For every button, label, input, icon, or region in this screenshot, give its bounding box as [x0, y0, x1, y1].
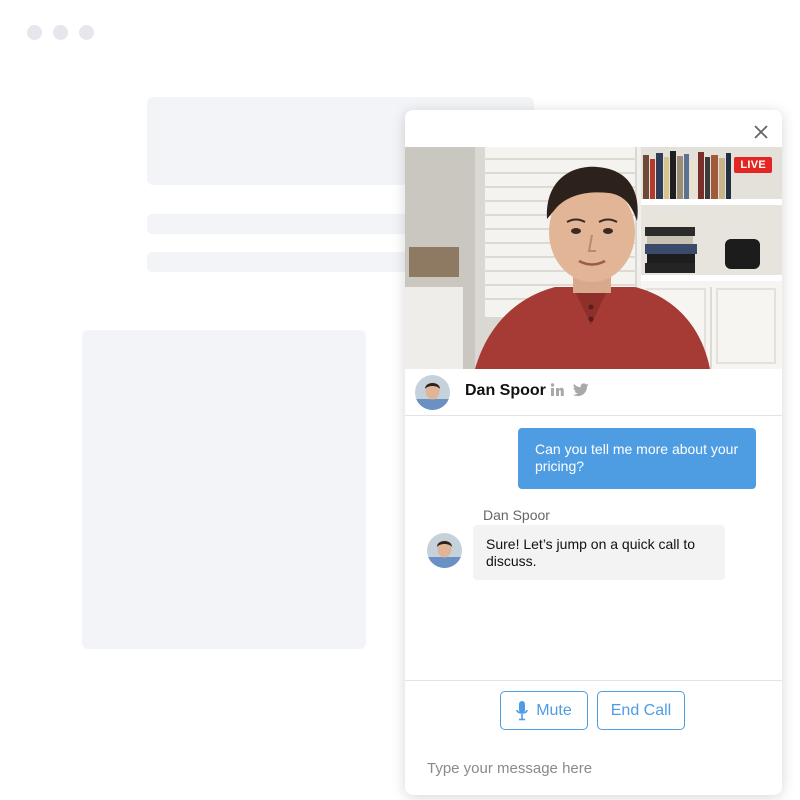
twitter-icon[interactable]	[573, 383, 589, 397]
call-controls: Mute End Call	[405, 680, 782, 742]
microphone-icon	[516, 700, 529, 720]
placeholder-image-block	[82, 330, 366, 649]
profile-name: Dan Spoor	[465, 382, 546, 399]
avatar	[427, 533, 462, 568]
placeholder-line-1	[147, 214, 417, 234]
window-dot-3	[79, 25, 94, 40]
window-dot-1	[27, 25, 42, 40]
live-badge: LIVE	[734, 157, 772, 173]
mute-button-label: Mute	[536, 701, 572, 719]
message-thread: Can you tell me more about your pricing?…	[405, 415, 782, 680]
video-frame	[405, 147, 782, 369]
close-icon	[754, 125, 768, 139]
user-message-bubble: Can you tell me more about your pricing?	[518, 428, 756, 489]
agent-name-label: Dan Spoor	[483, 507, 550, 523]
placeholder-line-2	[147, 252, 417, 272]
end-call-button[interactable]: End Call	[597, 691, 685, 730]
message-input[interactable]	[405, 741, 782, 795]
avatar	[415, 375, 450, 410]
mute-button[interactable]: Mute	[500, 691, 588, 730]
agent-profile-bar: Dan Spoor	[405, 369, 782, 416]
close-button[interactable]	[752, 123, 770, 141]
live-video-feed[interactable]: LIVE	[405, 147, 782, 369]
agent-message-bubble: Sure! Let’s jump on a quick call to disc…	[473, 525, 725, 580]
window-dot-2	[53, 25, 68, 40]
chat-widget: LIVE Dan Spoor Can you tell me more abou…	[405, 110, 782, 795]
end-call-button-label: End Call	[610, 701, 672, 719]
linkedin-icon[interactable]	[550, 383, 564, 397]
